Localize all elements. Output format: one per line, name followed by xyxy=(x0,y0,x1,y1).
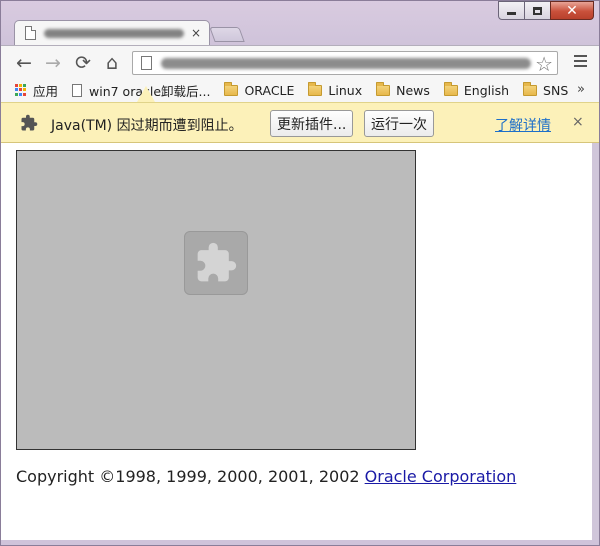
right-frame-edge xyxy=(592,143,599,540)
address-bar[interactable]: ☆ xyxy=(132,51,558,76)
toolbar: ← → ⟳ ⌂ ☆ xyxy=(1,45,599,78)
bookmark-folder-oracle[interactable]: ORACLE xyxy=(224,81,295,98)
bookmark-label: 应用 xyxy=(33,83,59,99)
close-window-button[interactable]: ✕ xyxy=(550,1,594,20)
folder-icon xyxy=(523,81,538,96)
puzzle-piece-icon xyxy=(21,114,38,131)
caption-buttons: ✕ xyxy=(498,1,594,21)
page-icon xyxy=(141,56,152,70)
copyright-text: Copyright ©1998, 1999, 2000, 2001, 2002 xyxy=(16,467,365,486)
bookmark-label: Linux xyxy=(328,82,363,98)
folder-icon xyxy=(443,81,458,96)
infobar-pointer xyxy=(137,86,155,102)
browser-tab[interactable]: × xyxy=(14,20,210,46)
plugin-icon-container xyxy=(184,231,248,295)
home-icon: ⌂ xyxy=(105,52,119,74)
bookmark-label: SNS xyxy=(543,82,569,98)
bookmark-label: News xyxy=(396,82,430,98)
copyright-line: Copyright ©1998, 1999, 2000, 2001, 2002 … xyxy=(16,467,516,486)
page-content: Copyright ©1998, 1999, 2000, 2001, 2002 … xyxy=(1,143,592,540)
bookmark-folder-sns[interactable]: SNS xyxy=(523,81,569,98)
oracle-corporation-link[interactable]: Oracle Corporation xyxy=(365,467,517,486)
update-plugin-button[interactable]: 更新插件... xyxy=(270,110,354,137)
reload-icon: ⟳ xyxy=(75,52,91,74)
back-arrow-icon: ← xyxy=(16,52,32,74)
bookmarks-bar: 应用 win7 oracle卸载后... ORACLE Linux News E… xyxy=(1,78,599,102)
reload-button[interactable]: ⟳ xyxy=(72,52,94,74)
bookmark-folder-news[interactable]: News xyxy=(376,81,430,98)
apps-icon xyxy=(15,84,27,96)
minimize-icon xyxy=(507,12,516,15)
minimize-button[interactable] xyxy=(498,1,525,20)
folder-icon xyxy=(224,81,239,96)
blocked-plugin-placeholder[interactable] xyxy=(16,150,416,450)
menu-icon[interactable] xyxy=(574,55,587,70)
bookmark-folder-english[interactable]: English xyxy=(443,81,510,98)
bookmark-star-icon[interactable]: ☆ xyxy=(535,52,553,76)
home-button[interactable]: ⌂ xyxy=(101,52,123,74)
folder-icon xyxy=(308,81,323,96)
maximize-button[interactable] xyxy=(524,1,551,20)
url-redacted xyxy=(161,58,531,69)
forward-arrow-icon: → xyxy=(45,52,61,74)
page-icon xyxy=(72,83,83,97)
forward-button[interactable]: → xyxy=(42,52,64,74)
bookmark-label: ORACLE xyxy=(244,82,295,98)
page-icon xyxy=(25,26,36,40)
bookmarks-overflow-icon[interactable]: » xyxy=(577,82,585,97)
bottom-frame-edge xyxy=(1,540,599,545)
tab-title-redacted xyxy=(44,28,184,38)
learn-more-link[interactable]: 了解详情 xyxy=(495,115,551,135)
new-tab-button[interactable] xyxy=(209,27,245,42)
maximize-icon xyxy=(533,6,542,15)
infobar-message: Java(TM) 因过期而遭到阻止。 xyxy=(51,118,243,134)
bookmark-apps[interactable]: 应用 xyxy=(15,81,58,100)
bookmark-folder-linux[interactable]: Linux xyxy=(308,81,363,98)
infobar-close-icon[interactable]: × xyxy=(572,114,584,130)
close-icon: ✕ xyxy=(566,2,578,19)
back-button[interactable]: ← xyxy=(13,52,35,74)
plugin-blocked-infobar: Java(TM) 因过期而遭到阻止。 更新插件... 运行一次 了解详情 × xyxy=(1,102,599,143)
folder-icon xyxy=(376,81,391,96)
run-once-button[interactable]: 运行一次 xyxy=(364,110,434,137)
bookmark-label: English xyxy=(463,82,510,98)
tab-close-icon[interactable]: × xyxy=(191,26,201,40)
puzzle-piece-icon xyxy=(197,242,237,282)
